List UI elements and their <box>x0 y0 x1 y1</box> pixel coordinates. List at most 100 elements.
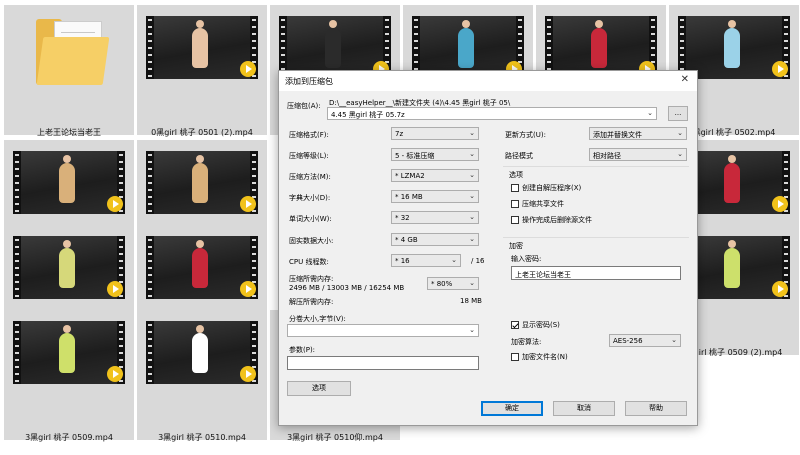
video-tile[interactable]: 0黑girl 桃子 0501 (2).mp4 <box>137 5 267 137</box>
chevron-down-icon: ⌄ <box>469 326 475 334</box>
solid-select[interactable]: * 4 GB ⌄ <box>391 233 479 246</box>
cpu-label: CPU 线程数: <box>289 258 329 266</box>
password-label: 输入密码: <box>511 255 542 263</box>
path-select[interactable]: 相对路径 ⌄ <box>589 148 687 161</box>
play-icon <box>240 366 256 382</box>
checkbox-box <box>511 184 519 192</box>
folder-icon <box>36 17 110 87</box>
play-icon <box>107 196 123 212</box>
checkbox-box <box>511 353 519 361</box>
solid-label: 固实数据大小: <box>289 237 334 245</box>
shared-label: 压缩共享文件 <box>522 200 564 208</box>
params-label: 参数(P): <box>289 346 316 354</box>
checkbox-box <box>511 216 519 224</box>
solid-value: * 4 GB <box>395 236 418 244</box>
chevron-down-icon: ⌄ <box>469 129 475 137</box>
mem-decomp-label: 解压所需内存: <box>289 298 334 306</box>
play-icon <box>240 281 256 297</box>
update-select[interactable]: 添加并替换文件 ⌄ <box>589 127 687 140</box>
play-icon <box>240 61 256 77</box>
split-label: 分卷大小,字节(V): <box>289 315 346 323</box>
cpu-value: * 16 <box>395 257 410 265</box>
method-label: 压缩方法(M): <box>289 173 331 181</box>
file-name: 3黑girl 桃子 0509.mp4 <box>25 433 113 442</box>
enc-method-value: AES-256 <box>613 337 643 345</box>
level-value: 5 - 标准压缩 <box>395 152 435 160</box>
cpu-select[interactable]: * 16 ⌄ <box>391 254 461 267</box>
split-combo[interactable]: ⌄ <box>287 324 479 337</box>
play-icon <box>107 366 123 382</box>
mem-percent-select[interactable]: * 80% ⌄ <box>427 277 479 290</box>
chevron-down-icon: ⌄ <box>469 279 475 287</box>
cpu-total: / 16 <box>471 257 485 265</box>
dict-select[interactable]: * 16 MB ⌄ <box>391 190 479 203</box>
chevron-down-icon: ⌄ <box>677 150 683 158</box>
archive-name-combo[interactable]: 4.45 黑girl 桃子 05.7z ⌄ <box>327 107 657 120</box>
update-value: 添加并替换文件 <box>593 131 642 139</box>
video-thumbnail <box>13 321 125 384</box>
word-value: * 32 <box>395 214 410 222</box>
file-name: 3黑girl 桃子 0510仰.mp4 <box>287 433 383 442</box>
update-label: 更新方式(U): <box>505 131 546 139</box>
options-button[interactable]: 选项 <box>287 381 351 396</box>
options-group-title: 选项 <box>509 171 523 179</box>
video-tile[interactable]: 3黑girl 桃子 0509.mp4 <box>4 310 134 442</box>
word-label: 单词大小(W): <box>289 215 332 223</box>
add-to-archive-dialog: 添加到压缩包 ✕ 压缩包(A): D:\__easyHelper__\新建文件夹… <box>278 70 698 426</box>
help-button[interactable]: 帮助 <box>625 401 687 416</box>
method-value: * LZMA2 <box>395 172 425 180</box>
close-icon[interactable]: ✕ <box>681 74 689 85</box>
file-name: 0黑girl 桃子 0501 (2).mp4 <box>151 128 253 137</box>
dict-label: 字典大小(D): <box>289 194 331 202</box>
file-name: 上老王论坛当老王 <box>37 128 101 137</box>
encrypt-names-checkbox[interactable]: 加密文件名(N) <box>511 352 568 362</box>
word-select[interactable]: * 32 ⌄ <box>391 211 479 224</box>
format-select[interactable]: 7z ⌄ <box>391 127 479 140</box>
chevron-down-icon: ⌄ <box>451 256 457 264</box>
video-thumbnail <box>13 151 125 214</box>
video-tile[interactable]: 3黑girl 桃子 0510.mp4 <box>137 310 267 442</box>
video-thumbnail <box>146 151 258 214</box>
chevron-down-icon: ⌄ <box>469 192 475 200</box>
encrypt-group-divider <box>503 237 689 238</box>
chevron-down-icon: ⌄ <box>469 213 475 221</box>
browse-button[interactable]: ... <box>668 106 688 121</box>
checkbox-checked-icon <box>511 321 519 329</box>
dialog-title: 添加到压缩包 <box>285 77 333 86</box>
mem-comp-label: 压缩所需内存: <box>289 275 334 283</box>
checkbox-box <box>511 200 519 208</box>
level-select[interactable]: 5 - 标准压缩 ⌄ <box>391 148 479 161</box>
dialog-titlebar[interactable]: 添加到压缩包 ✕ <box>279 71 697 91</box>
video-thumbnail <box>146 236 258 299</box>
shared-checkbox[interactable]: 压缩共享文件 <box>511 199 564 209</box>
video-thumbnail <box>146 321 258 384</box>
show-password-checkbox[interactable]: 显示密码(S) <box>511 320 560 330</box>
play-icon <box>107 281 123 297</box>
sfx-checkbox[interactable]: 创建自解压程序(X) <box>511 183 581 193</box>
chevron-down-icon: ⌄ <box>469 171 475 179</box>
play-icon <box>772 61 788 77</box>
ok-button[interactable]: 确定 <box>481 401 543 416</box>
play-icon <box>772 281 788 297</box>
dict-value: * 16 MB <box>395 193 423 201</box>
delete-source-checkbox[interactable]: 操作完成后删除源文件 <box>511 215 592 225</box>
path-label: 路径模式 <box>505 152 533 160</box>
mem-percent-value: * 80% <box>431 280 453 288</box>
method-select[interactable]: * LZMA2 ⌄ <box>391 169 479 182</box>
cancel-button[interactable]: 取消 <box>553 401 615 416</box>
file-name: 3黑girl 桃子 0510.mp4 <box>158 433 246 442</box>
password-input[interactable]: 上老王论坛当老王 <box>511 266 681 280</box>
folder-tile[interactable]: 上老王论坛当老王 <box>4 5 134 137</box>
enc-method-select[interactable]: AES-256 ⌄ <box>609 334 681 347</box>
chevron-down-icon: ⌄ <box>647 109 653 117</box>
sfx-label: 创建自解压程序(X) <box>522 184 582 192</box>
encrypt-names-label: 加密文件名(N) <box>522 353 568 361</box>
delete-source-label: 操作完成后删除源文件 <box>522 216 592 224</box>
format-value: 7z <box>395 130 404 138</box>
format-label: 压缩格式(F): <box>289 131 329 139</box>
params-input[interactable] <box>287 356 479 370</box>
chevron-down-icon: ⌄ <box>469 235 475 243</box>
path-value: 相对路径 <box>593 152 621 160</box>
archive-name-value: 4.45 黑girl 桃子 05.7z <box>331 111 405 119</box>
video-thumbnail <box>13 236 125 299</box>
